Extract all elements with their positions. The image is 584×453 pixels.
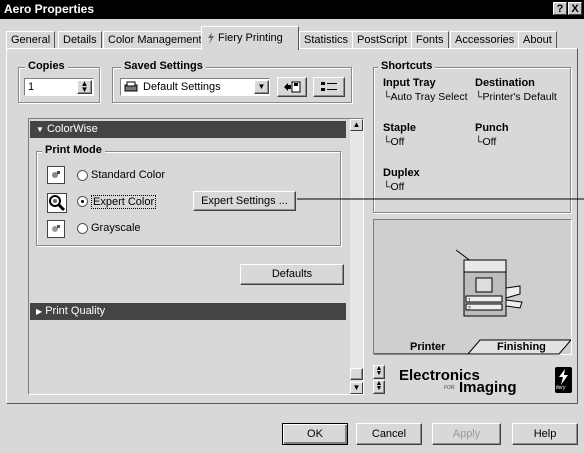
title-bar: Aero Properties ? X bbox=[0, 0, 584, 19]
save-settings-button[interactable] bbox=[277, 77, 307, 97]
destination-title: Destination bbox=[475, 77, 535, 89]
grayscale-label: Grayscale bbox=[91, 222, 141, 234]
preview-scroll-down[interactable]: ▲ ▼ bbox=[373, 380, 385, 394]
input-tray-title: Input Tray bbox=[383, 77, 436, 89]
save-icon bbox=[284, 81, 301, 93]
tab-accessories[interactable]: Accessories bbox=[450, 31, 520, 49]
shortcuts-label: Shortcuts bbox=[378, 60, 436, 72]
printer-preview: 1 2 Printer Finishing bbox=[373, 219, 572, 355]
punch-text: Off bbox=[482, 136, 497, 148]
grayscale-swatch-icon bbox=[52, 225, 60, 232]
fiery-wordmark: fiery bbox=[556, 385, 566, 391]
window-title: Aero Properties bbox=[4, 2, 95, 16]
scroll-thumb[interactable] bbox=[350, 368, 363, 380]
copies-label: Copies bbox=[25, 60, 68, 72]
scroll-up-button[interactable]: ▲ bbox=[350, 119, 363, 131]
manage-settings-button[interactable] bbox=[313, 77, 345, 97]
collapse-icon: ▶ bbox=[36, 307, 43, 316]
saved-settings-value: Default Settings bbox=[143, 81, 221, 93]
ok-button[interactable]: OK bbox=[282, 423, 348, 445]
list-icon bbox=[321, 82, 337, 91]
expert-settings-button[interactable]: Expert Settings ... bbox=[193, 191, 296, 211]
standard-color-label: Standard Color bbox=[91, 169, 165, 181]
tab-fonts[interactable]: Fonts bbox=[411, 31, 449, 49]
tab-color-management[interactable]: Color Management bbox=[103, 31, 207, 49]
callout-line bbox=[297, 198, 584, 200]
grayscale-icon bbox=[47, 220, 65, 238]
copies-value: 1 bbox=[28, 81, 35, 93]
svg-text:2: 2 bbox=[468, 306, 471, 312]
print-quality-title: Print Quality bbox=[45, 305, 106, 317]
tab-fiery-printing-label: Fiery Printing bbox=[218, 32, 283, 44]
staple-title: Staple bbox=[383, 122, 417, 134]
tab-about[interactable]: About bbox=[518, 31, 557, 49]
cancel-button[interactable]: Cancel bbox=[356, 423, 422, 445]
print-mode-label: Print Mode bbox=[42, 144, 105, 156]
brand-line2: Imaging bbox=[459, 379, 517, 396]
destination-value[interactable]: └Printer's Default bbox=[475, 91, 557, 103]
printer-icon bbox=[124, 81, 138, 92]
color-swatch-icon bbox=[52, 171, 60, 178]
copies-stepper[interactable]: ▲ ▼ bbox=[77, 80, 92, 94]
print-quality-header[interactable]: ▶ Print Quality bbox=[30, 303, 346, 320]
duplex-text: Off bbox=[390, 181, 405, 193]
duplex-value[interactable]: └Off bbox=[383, 181, 404, 193]
tab-general[interactable]: General bbox=[6, 31, 56, 49]
copies-field[interactable]: 1 ▲ ▼ bbox=[24, 78, 94, 96]
colorwise-title: ColorWise bbox=[46, 123, 98, 135]
defaults-button[interactable]: Defaults bbox=[240, 264, 344, 285]
saved-settings-label: Saved Settings bbox=[121, 60, 206, 72]
tab-finishing[interactable]: Finishing bbox=[497, 341, 546, 353]
punch-value[interactable]: └Off bbox=[475, 136, 496, 148]
expert-color-icon bbox=[47, 193, 67, 213]
chevron-down-icon[interactable]: ▼ bbox=[254, 80, 269, 94]
expert-color-label: Expert Color bbox=[91, 195, 157, 209]
radio-expert-color[interactable] bbox=[77, 196, 88, 207]
tab-printer[interactable]: Printer bbox=[410, 341, 445, 353]
duplex-title: Duplex bbox=[383, 167, 420, 179]
fiery-logo: fiery bbox=[555, 367, 572, 393]
saved-settings-select[interactable]: Default Settings ▼ bbox=[120, 78, 270, 96]
help-button[interactable]: ? bbox=[553, 2, 567, 15]
colorwise-header[interactable]: ▼ ColorWise bbox=[30, 121, 346, 138]
scroll-down-button[interactable]: ▼ bbox=[350, 382, 363, 394]
preview-scroll-up[interactable]: ▲ ▼ bbox=[373, 365, 385, 379]
apply-button[interactable]: Apply bbox=[432, 423, 501, 445]
help-footer-button[interactable]: Help bbox=[512, 423, 578, 445]
lightning-icon bbox=[208, 32, 214, 44]
preview-tab-strip: Printer Finishing bbox=[374, 339, 573, 355]
staple-text: Off bbox=[390, 136, 405, 148]
tab-details[interactable]: Details bbox=[58, 31, 102, 49]
expand-icon: ▼ bbox=[36, 125, 44, 134]
brand-prefix: FOR bbox=[444, 385, 455, 391]
standard-color-icon bbox=[47, 166, 65, 184]
vertical-scrollbar[interactable] bbox=[350, 119, 363, 394]
tab-statistics[interactable]: Statistics bbox=[299, 31, 354, 49]
svg-text:1: 1 bbox=[468, 298, 471, 304]
destination-text: Printer's Default bbox=[482, 91, 557, 103]
magnifier-icon bbox=[49, 195, 66, 212]
tab-fiery-printing[interactable]: Fiery Printing bbox=[201, 26, 299, 50]
radio-grayscale[interactable] bbox=[77, 223, 88, 234]
printer-illustration-icon: 1 2 bbox=[455, 249, 523, 317]
radio-standard-color[interactable] bbox=[77, 170, 88, 181]
input-tray-value[interactable]: └Auto Tray Select bbox=[383, 91, 468, 103]
fiery-flame-icon bbox=[559, 369, 568, 385]
close-button[interactable]: X bbox=[568, 2, 582, 15]
punch-title: Punch bbox=[475, 122, 509, 134]
input-tray-text: Auto Tray Select bbox=[390, 91, 468, 103]
tab-postscript[interactable]: PostScript bbox=[352, 31, 413, 49]
staple-value[interactable]: └Off bbox=[383, 136, 404, 148]
